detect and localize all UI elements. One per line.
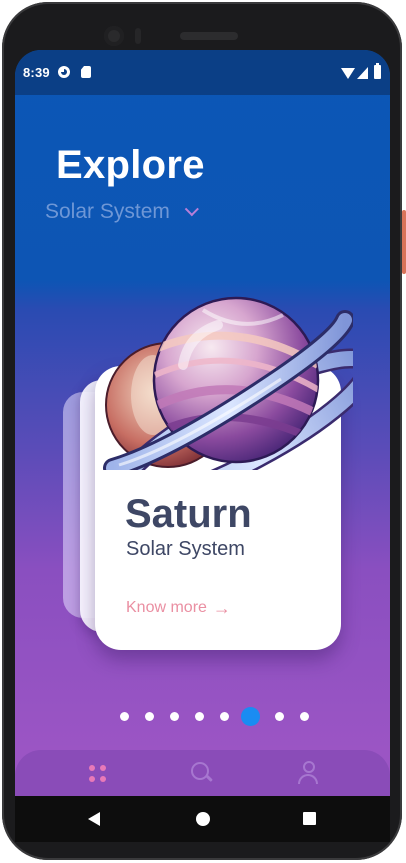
page-title: Explore: [56, 143, 205, 187]
know-more-label: Know more: [126, 599, 207, 616]
page-dot[interactable]: [195, 712, 204, 721]
saturn-planet-illustration: [103, 296, 353, 470]
user-icon-body: [298, 774, 318, 784]
arrow-right-icon: →: [212, 598, 231, 618]
know-more-link[interactable]: Know more →: [126, 599, 231, 617]
sensor: [135, 28, 141, 44]
system-selector[interactable]: Solar System: [45, 200, 199, 224]
page-indicator: [15, 706, 390, 726]
app-screen: 8:39 Explore Solar System Saturn Solar S…: [15, 50, 390, 796]
wifi-icon: [341, 68, 355, 79]
earpiece: [180, 32, 238, 40]
status-bar: 8:39: [15, 50, 390, 95]
system-selector-value: Solar System: [45, 200, 170, 223]
page-dot[interactable]: [275, 712, 284, 721]
grid-icon: [89, 765, 106, 782]
page-dot[interactable]: [300, 712, 309, 721]
home-icon[interactable]: [196, 812, 210, 826]
bottom-navigation: [15, 750, 390, 796]
page-dot[interactable]: [220, 712, 229, 721]
recents-icon[interactable]: [303, 812, 316, 825]
status-time: 8:39: [23, 65, 50, 80]
back-icon[interactable]: [88, 812, 100, 826]
cell-signal-icon: [357, 67, 368, 79]
planet-name: Saturn: [125, 492, 252, 536]
nav-profile-button[interactable]: [293, 758, 323, 788]
planet-system: Solar System: [126, 538, 245, 560]
front-camera: [104, 26, 124, 46]
chevron-down-icon: [184, 202, 199, 217]
page-dot-active[interactable]: [241, 707, 260, 726]
circle-status-icon: [58, 66, 70, 78]
battery-icon: [374, 63, 381, 79]
search-icon-handle: [206, 774, 213, 782]
page-dot[interactable]: [145, 712, 154, 721]
sd-card-icon: [81, 66, 91, 78]
nav-search-button[interactable]: [187, 758, 217, 788]
power-button: [402, 210, 406, 274]
page-dot[interactable]: [120, 712, 129, 721]
user-icon: [303, 761, 315, 773]
system-navigation-bar: [15, 796, 390, 842]
nav-home-button[interactable]: [82, 758, 112, 788]
page-dot[interactable]: [170, 712, 179, 721]
